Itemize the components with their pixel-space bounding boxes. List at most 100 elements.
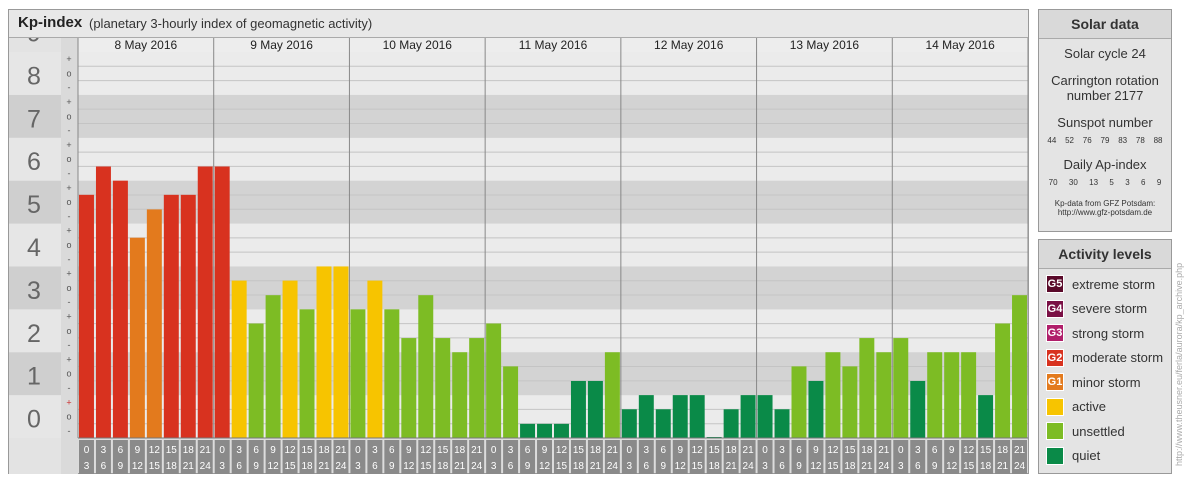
legend-item: unsettled	[1046, 421, 1125, 441]
interval-start-label: 12	[963, 445, 975, 456]
y-subtick-label: -	[68, 340, 71, 350]
interval-end-label: 12	[810, 461, 822, 472]
interval-end-label: 21	[183, 461, 195, 472]
chart-header: Kp-index (planetary 3-hourly index of ge…	[9, 10, 1028, 38]
ap-value: 5	[1109, 178, 1114, 187]
interval-end-label: 9	[932, 461, 938, 472]
kp-bar	[621, 409, 637, 438]
sunspot-value: 83	[1118, 136, 1128, 145]
interval-end-label: 15	[692, 461, 704, 472]
interval-start-label: 0	[84, 445, 90, 456]
interval-start-label: 0	[627, 445, 633, 456]
y-subtick-label: -	[68, 169, 71, 179]
kp-bar	[367, 280, 383, 438]
kp-bar	[842, 366, 858, 438]
legend-label: minor storm	[1072, 374, 1141, 390]
interval-end-label: 21	[726, 461, 738, 472]
activity-levels-heading: Activity levels	[1039, 240, 1171, 269]
interval-start-label: 3	[644, 445, 650, 456]
y-subtick-label: o	[66, 197, 71, 207]
interval-end-label: 9	[660, 461, 666, 472]
solar-cycle: Solar cycle 24	[1064, 46, 1146, 61]
kp-band	[78, 94, 1028, 138]
y-subtick-label: +	[66, 397, 71, 407]
kp-bar	[723, 409, 739, 438]
interval-end-label: 21	[318, 461, 330, 472]
source-line1: Kp-data from GFZ Potsdam:	[1054, 199, 1156, 208]
kp-bar	[689, 395, 705, 438]
ap-values: 70 30 13 5 3 6 9	[1039, 178, 1171, 187]
interval-end-label: 18	[709, 461, 721, 472]
kp-bar	[570, 380, 586, 438]
y-subtick-label: o	[66, 369, 71, 379]
interval-start-label: 21	[607, 445, 619, 456]
kp-bar	[825, 352, 841, 438]
y-tick-label: 0	[27, 406, 41, 434]
interval-start-label: 3	[236, 445, 242, 456]
kp-bar	[995, 323, 1011, 438]
sunspot-value: 52	[1065, 136, 1074, 145]
kp-bar	[927, 352, 943, 438]
y-subtick-label: +	[66, 269, 71, 279]
interval-end-label: 15	[149, 461, 161, 472]
sunspot-value: 88	[1153, 136, 1163, 145]
legend-swatch: G1	[1046, 373, 1064, 391]
y-subtick-label: -	[68, 254, 71, 264]
kp-bar	[672, 395, 688, 438]
interval-end-label: 24	[878, 461, 890, 472]
interval-start-label: 18	[590, 445, 602, 456]
ap-value: 70	[1048, 178, 1058, 187]
interval-start-label: 0	[762, 445, 768, 456]
interval-start-label: 21	[200, 445, 212, 456]
interval-end-label: 3	[84, 461, 90, 472]
kp-bar	[95, 166, 111, 438]
interval-end-label: 6	[508, 461, 514, 472]
interval-start-label: 15	[437, 445, 449, 456]
interval-end-label: 18	[437, 461, 449, 472]
sunspot-value: 79	[1100, 136, 1110, 145]
interval-start-label: 6	[525, 445, 531, 456]
kp-bar	[435, 338, 451, 438]
interval-end-label: 6	[779, 461, 785, 472]
kp-bar	[961, 352, 977, 438]
interval-end-label: 15	[827, 461, 839, 472]
day-label: 11 May 2016	[519, 38, 588, 52]
ap-value: 6	[1141, 178, 1146, 187]
kp-bar	[316, 266, 332, 438]
legend-swatch	[1046, 446, 1064, 465]
y-subtick-label: -	[68, 126, 71, 136]
kp-bar	[774, 409, 790, 438]
interval-start-label: 0	[355, 445, 361, 456]
interval-start-label: 15	[709, 445, 721, 456]
interval-end-label: 18	[301, 461, 313, 472]
interval-end-label: 3	[898, 461, 904, 472]
y-subtick-label: o	[66, 412, 71, 422]
activity-levels-panel: Activity levels G5 extreme storm G4 severe …	[1038, 239, 1172, 474]
legend-label: severe storm	[1072, 301, 1148, 316]
interval-start-label: 0	[491, 445, 497, 456]
interval-start-label: 0	[898, 445, 904, 456]
interval-start-label: 12	[149, 445, 161, 456]
solar-data-heading: Solar data	[1039, 10, 1171, 39]
kp-bar	[299, 309, 315, 438]
y-subtick-label: -	[68, 383, 71, 393]
interval-end-label: 9	[389, 461, 395, 472]
interval-end-label: 3	[762, 461, 768, 472]
y-subtick-label: +	[66, 183, 71, 193]
interval-start-label: 18	[318, 445, 330, 456]
interval-start-label: 21	[335, 445, 347, 456]
y-subtick-label: o	[66, 68, 71, 78]
interval-start-label: 21	[878, 445, 890, 456]
source-link[interactable]: http://www.gfz-potsdam.de	[1039, 208, 1171, 217]
interval-start-label: 18	[183, 445, 195, 456]
interval-end-label: 6	[101, 461, 107, 472]
y-tick-label: 4	[27, 234, 41, 262]
kp-bar	[452, 352, 468, 438]
interval-end-label: 15	[963, 461, 975, 472]
sunspot-value: 44	[1047, 136, 1057, 145]
interval-start-label: 9	[677, 445, 683, 456]
y-tick-label: 3	[27, 277, 41, 305]
kp-bar	[978, 395, 994, 438]
kp-bar	[1012, 295, 1027, 438]
legend-swatch: G4	[1046, 299, 1064, 318]
